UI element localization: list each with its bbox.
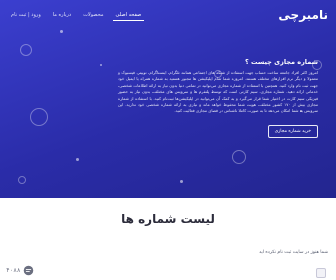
hero-title: شماره مجازی چیست ؟ [244,58,318,66]
nav-item-about[interactable]: درباره ما [50,10,74,20]
empty-list-message: شما هنوز در سایت ثبت نام نکرده اید [259,250,328,255]
decor-dot [100,64,102,66]
decor-dot [180,180,183,183]
nav-item-products[interactable]: محصولات [80,10,106,20]
decor-dot [60,30,63,33]
pagination-box[interactable] [316,268,326,278]
nav-links: صفحه اصلی محصولات درباره ما ورود | ثبت ن… [8,10,145,21]
decor-bubble [18,176,26,184]
decor-bubble [232,150,246,164]
chat-widget[interactable]: ۴۰۸۸ [6,265,34,276]
chat-label: ۴۰۸۸ [6,267,21,274]
buy-virtual-number-button[interactable]: خرید شماره مجازی [267,124,318,138]
nav-item-login[interactable]: ورود | ثبت نام [8,10,44,20]
number-list-title: لیست شماره ها [121,212,215,226]
top-navbar: نامبرچی صفحه اصلی محصولات درباره ما ورود… [0,0,336,30]
decor-dot [76,158,79,161]
hero-description: امروز اکثر افراد جامعه ساخت حساب جهت است… [118,70,318,114]
hero-content: شماره مجازی چیست ؟ امروز اکثر افراد جامع… [118,58,318,138]
hero-section: نامبرچی صفحه اصلی محصولات درباره ما ورود… [0,0,336,198]
site-logo[interactable]: نامبرچی [278,8,328,22]
chat-icon [24,265,34,276]
decor-bubble [20,44,32,56]
nav-item-home[interactable]: صفحه اصلی [112,10,145,21]
decor-bubble [30,108,48,126]
